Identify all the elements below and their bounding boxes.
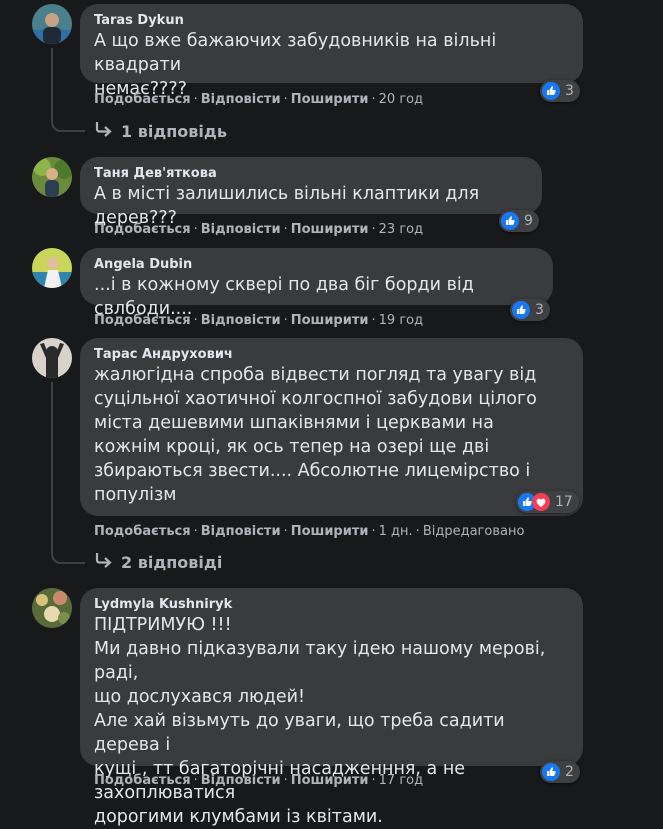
avatar[interactable] [32,4,72,44]
separator: · [283,313,288,328]
separator: · [283,773,288,788]
comment-author[interactable]: Taras Dykun [94,12,571,29]
reaction-count: 17 [555,494,573,510]
thumbs-up-icon [501,212,519,230]
thumbs-up-icon [542,763,560,781]
separator: · [415,524,420,539]
separator: · [193,92,198,107]
like-link[interactable]: Подобається [94,773,191,788]
separator: · [371,524,376,539]
comment-bubble: Lydmyla Kushniryk ПІДТРИМУЮ !!! Ми давно… [80,588,583,827]
avatar[interactable] [32,338,72,378]
reply-link[interactable]: Відповісти [201,524,281,539]
share-link[interactable]: Поширити [291,773,369,788]
comment-bubble: Angela Dubin ...і в кожному сквері по дв… [80,248,553,319]
like-link[interactable]: Подобається [94,92,191,107]
replies-count-label: 2 відповіді [121,552,223,572]
separator: · [193,524,198,539]
comment-bubble: Taras Dykun А що вже бажаючих забудовник… [80,4,583,99]
reply-arrow-icon [95,552,113,572]
avatar[interactable] [32,248,72,288]
separator: · [371,222,376,237]
separator: · [371,313,376,328]
heart-icon [532,493,550,511]
reaction-summary[interactable]: 2 [540,761,580,783]
comment-timestamp[interactable]: 1 дн. [379,524,413,539]
reply-link[interactable]: Відповісти [201,313,281,328]
thread-curve [51,542,85,564]
separator: · [371,92,376,107]
comment-timestamp[interactable]: 20 год [379,92,423,107]
reaction-count: 3 [535,302,544,318]
share-link[interactable]: Поширити [291,222,369,237]
comment-timestamp[interactable]: 17 год [379,773,423,788]
comment-actions: Подобається · Відповісти · Поширити · 17 год [94,773,423,788]
reply-link[interactable]: Відповісти [201,92,281,107]
reply-link[interactable]: Відповісти [201,773,281,788]
separator: · [283,92,288,107]
comment-bubble: Тарас Андрухович жалюгідна спроба відвес… [80,338,583,516]
share-link[interactable]: Поширити [291,524,369,539]
comment-actions: Подобається · Відповісти · Поширити · 20 год [94,92,423,107]
comment-text: жалюгідна спроба відвести погляд та уваг… [94,365,537,505]
reaction-summary[interactable]: 3 [510,299,550,321]
comment-author[interactable]: Тарас Андрухович [94,346,571,363]
like-link[interactable]: Подобається [94,222,191,237]
reaction-summary[interactable]: 3 [540,80,580,102]
comment-actions: Подобається · Відповісти · Поширити · 1 дн. · Ві… [94,524,524,539]
reaction-summary[interactable]: 17 [516,491,579,513]
thumbs-up-icon [542,82,560,100]
reaction-count: 3 [565,83,574,99]
avatar[interactable] [32,588,72,628]
comment-text: ПІДТРИМУЮ !!! Ми давно підказували таку … [94,615,546,827]
replies-count-label: 1 відповідь [121,121,227,141]
thumbs-up-icon [512,301,530,319]
view-replies-link[interactable]: 1 відповідь [95,121,227,141]
like-link[interactable]: Подобається [94,313,191,328]
comment-timestamp[interactable]: 23 год [379,222,423,237]
comment-author[interactable]: Angela Dubin [94,256,541,273]
reaction-summary[interactable]: 9 [499,210,539,232]
comment-author[interactable]: Lydmyla Kushniryk [94,596,571,613]
separator: · [283,222,288,237]
share-link[interactable]: Поширити [291,92,369,107]
thread-line [51,382,53,550]
reply-arrow-icon [95,121,113,141]
comment-bubble: Таня Дев'яткова А в місті залишились віл… [80,157,542,228]
separator: · [371,773,376,788]
thread-line [51,48,53,120]
thread-curve [51,112,85,132]
reaction-count: 9 [524,213,533,229]
separator: · [283,524,288,539]
edited-label[interactable]: Відредаговано [423,524,525,539]
like-link[interactable]: Подобається [94,524,191,539]
comment-actions: Подобається · Відповісти · Поширити · 19 год [94,313,423,328]
comment-author[interactable]: Таня Дев'яткова [94,165,530,182]
reaction-count: 2 [565,764,574,780]
comment-actions: Подобається · Відповісти · Поширити · 23 год [94,222,423,237]
reply-link[interactable]: Відповісти [201,222,281,237]
comment-timestamp[interactable]: 19 год [379,313,423,328]
separator: · [193,222,198,237]
comment-text: А що вже бажаючих забудовників на вільні… [94,31,497,99]
view-replies-link[interactable]: 2 відповіді [95,552,222,572]
avatar[interactable] [32,157,72,197]
separator: · [193,313,198,328]
separator: · [193,773,198,788]
share-link[interactable]: Поширити [291,313,369,328]
